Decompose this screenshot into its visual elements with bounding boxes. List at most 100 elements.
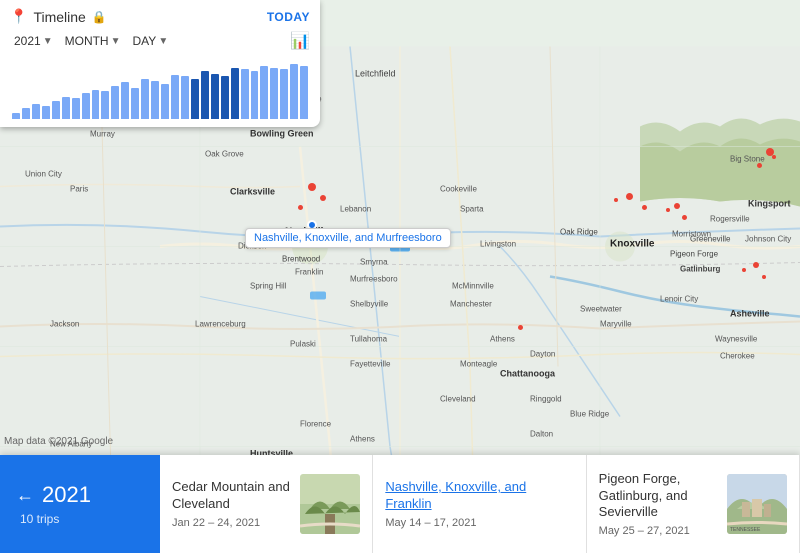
svg-text:Cleveland: Cleveland: [440, 395, 476, 404]
chart-bar-9[interactable]: [101, 91, 109, 119]
svg-text:Murray: Murray: [90, 130, 115, 139]
chart-bar-7[interactable]: [82, 93, 90, 119]
svg-text:Jackson: Jackson: [50, 320, 79, 329]
chart-bar-11[interactable]: [121, 82, 129, 119]
svg-text:Clarksville: Clarksville: [230, 187, 275, 197]
svg-text:Cookeville: Cookeville: [440, 185, 477, 194]
map-dot-knoxville: [626, 193, 633, 200]
trips-count: 10 trips: [20, 512, 144, 526]
svg-text:Athens: Athens: [490, 335, 515, 344]
chart-bar-2[interactable]: [32, 104, 40, 119]
trip-card-nashville: Nashville, Knoxville, and Franklin May 1…: [373, 455, 586, 553]
trip-title-cedar: Cedar Mountain and Cleveland: [172, 479, 292, 513]
chart-bar-16[interactable]: [171, 75, 179, 119]
map-dot-gatlinburg: [682, 215, 687, 220]
chart-bar-14[interactable]: [151, 81, 159, 119]
month-dropdown-arrow: ▼: [111, 36, 121, 47]
svg-text:Oak Ridge: Oak Ridge: [560, 228, 598, 237]
map-dot-johnsoncity: [757, 163, 762, 168]
year-value: 2021: [14, 34, 41, 48]
chart-bar-27[interactable]: [280, 69, 288, 119]
svg-text:Dalton: Dalton: [530, 430, 553, 439]
map-dot-pigeonforge: [674, 203, 680, 209]
svg-text:Florence: Florence: [300, 420, 332, 429]
svg-text:Spring Hill: Spring Hill: [250, 282, 287, 291]
svg-text:Kingsport: Kingsport: [748, 199, 791, 209]
chart-bar-26[interactable]: [270, 68, 278, 119]
map-dot-bristols: [772, 155, 776, 159]
chart-bar-15[interactable]: [161, 84, 169, 119]
day-selector[interactable]: DAY ▼: [129, 32, 173, 50]
timeline-title: Timeline: [33, 9, 85, 25]
map-data-label: Map data ©2021 Google: [4, 436, 113, 447]
svg-text:Brentwood: Brentwood: [282, 255, 320, 264]
trip-title-nashville[interactable]: Nashville, Knoxville, and Franklin: [385, 479, 573, 513]
chart-bar-24[interactable]: [251, 71, 259, 119]
location-tooltip: Nashville, Knoxville, and Murfreesboro: [245, 228, 451, 248]
svg-text:Paris: Paris: [70, 185, 88, 194]
chart-bar-25[interactable]: [260, 66, 268, 119]
month-selector[interactable]: MONTH ▼: [61, 32, 125, 50]
chart-bar-0[interactable]: [12, 113, 20, 119]
svg-text:McMinnville: McMinnville: [452, 282, 494, 291]
chart-bar-8[interactable]: [92, 90, 100, 119]
svg-text:Union City: Union City: [25, 170, 62, 179]
svg-text:Blue Ridge: Blue Ridge: [570, 410, 610, 419]
chart-bar-10[interactable]: [111, 86, 119, 119]
svg-text:Cherokee: Cherokee: [720, 352, 755, 361]
svg-text:Knoxville: Knoxville: [610, 239, 655, 250]
day-dropdown-arrow: ▼: [158, 36, 168, 47]
year-back-button[interactable]: ←: [16, 485, 34, 506]
year-selector[interactable]: 2021 ▼: [10, 32, 57, 50]
svg-text:Smyrna: Smyrna: [360, 258, 388, 267]
chart-bar-28[interactable]: [290, 64, 298, 119]
svg-text:Pigeon Forge: Pigeon Forge: [670, 250, 719, 259]
chart-bar-29[interactable]: [300, 66, 308, 119]
trip-title-pigeon: Pigeon Forge, Gatlinburg, and Seviervill…: [599, 471, 719, 522]
chart-bar-20[interactable]: [211, 74, 219, 119]
map-data-text: Map data ©2021 Google: [4, 436, 113, 447]
year-section: ← 2021 10 trips: [0, 455, 160, 553]
svg-text:Waynesville: Waynesville: [715, 335, 758, 344]
chart-bar-12[interactable]: [131, 88, 139, 119]
location-icon: 📍: [10, 8, 27, 25]
chart-bar-4[interactable]: [52, 101, 60, 119]
chart-bar-13[interactable]: [141, 79, 149, 119]
chart-bar-17[interactable]: [181, 76, 189, 119]
bottom-strip: ← 2021 10 trips Cedar Mountain and Cleve…: [0, 455, 800, 553]
chart-bar-3[interactable]: [42, 106, 50, 119]
map-dot-sevierville: [666, 208, 670, 212]
svg-text:Dayton: Dayton: [530, 350, 555, 359]
svg-text:Ringgold: Ringgold: [530, 395, 562, 404]
svg-text:Lenoir City: Lenoir City: [660, 295, 698, 304]
svg-text:Lawrenceburg: Lawrenceburg: [195, 320, 246, 329]
svg-text:Leitchfield: Leitchfield: [355, 69, 396, 79]
chart-bar-1[interactable]: [22, 108, 30, 119]
svg-text:Livingston: Livingston: [480, 240, 516, 249]
chart-bar-6[interactable]: [72, 98, 80, 119]
chart-bar-23[interactable]: [241, 69, 249, 119]
svg-text:Athens: Athens: [350, 435, 375, 444]
svg-text:Asheville: Asheville: [730, 309, 770, 319]
svg-text:Oak Grove: Oak Grove: [205, 150, 244, 159]
svg-text:Maryville: Maryville: [600, 320, 632, 329]
chart-bar-22[interactable]: [231, 68, 239, 119]
chart-bar-18[interactable]: [191, 79, 199, 119]
svg-text:Chattanooga: Chattanooga: [500, 369, 556, 379]
map-dot-maryville: [642, 205, 647, 210]
svg-text:Manchester: Manchester: [450, 300, 492, 309]
trip-info-pigeon: Pigeon Forge, Gatlinburg, and Seviervill…: [599, 471, 719, 538]
svg-text:Bowling Green: Bowling Green: [250, 129, 314, 139]
chart-bar-5[interactable]: [62, 97, 70, 119]
map-dot-hendersonville: [762, 275, 766, 279]
svg-text:TENNESSEE: TENNESSEE: [730, 527, 761, 533]
day-value: DAY: [133, 34, 157, 48]
map-dot-nashville: [308, 183, 316, 191]
trip-info-nashville: Nashville, Knoxville, and Franklin May 1…: [385, 479, 573, 529]
svg-text:Pulaski: Pulaski: [290, 340, 316, 349]
trip-date-nashville: May 14 – 17, 2021: [385, 517, 573, 529]
today-button[interactable]: TODAY: [267, 10, 310, 24]
trip-thumb-cedar: [300, 474, 360, 534]
chart-bar-19[interactable]: [201, 71, 209, 119]
chart-bar-21[interactable]: [221, 76, 229, 119]
